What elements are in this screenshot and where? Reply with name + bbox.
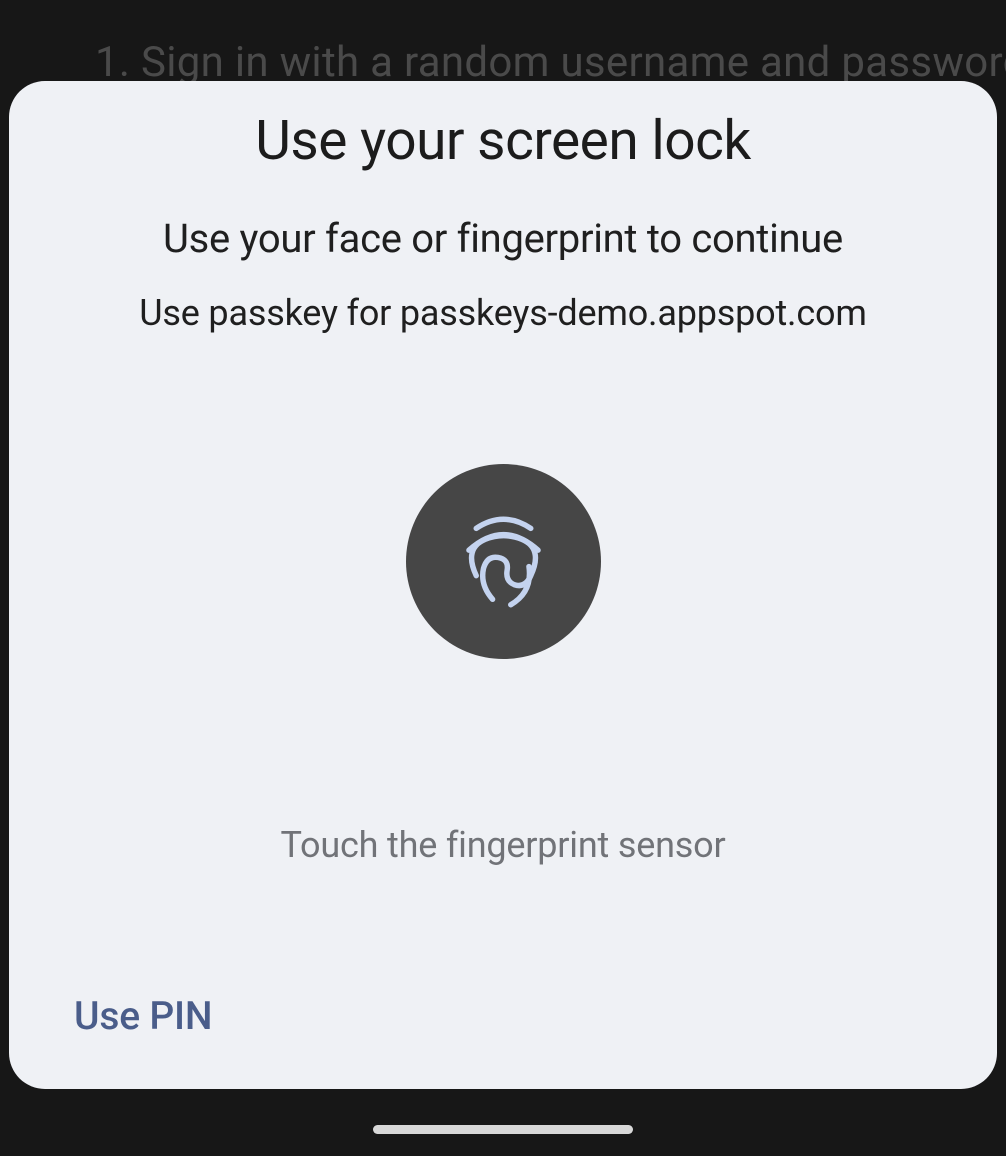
instruction-text: Touch the fingerprint sensor xyxy=(9,824,997,866)
dialog-title: Use your screen lock xyxy=(9,109,997,173)
background-step-text: 1. Sign in with a random username and pa… xyxy=(0,38,1006,87)
screen-lock-dialog: Use your screen lock Use your face or fi… xyxy=(9,81,997,1089)
use-pin-button[interactable]: Use PIN xyxy=(74,993,212,1039)
dialog-passkey-text: Use passkey for passkeys-demo.appspot.co… xyxy=(9,292,997,334)
dialog-subtitle: Use your face or fingerprint to continue xyxy=(9,215,997,262)
fingerprint-container xyxy=(9,464,997,659)
fingerprint-icon xyxy=(456,512,551,612)
fingerprint-sensor[interactable] xyxy=(406,464,601,659)
navigation-bar-handle[interactable] xyxy=(373,1125,633,1134)
